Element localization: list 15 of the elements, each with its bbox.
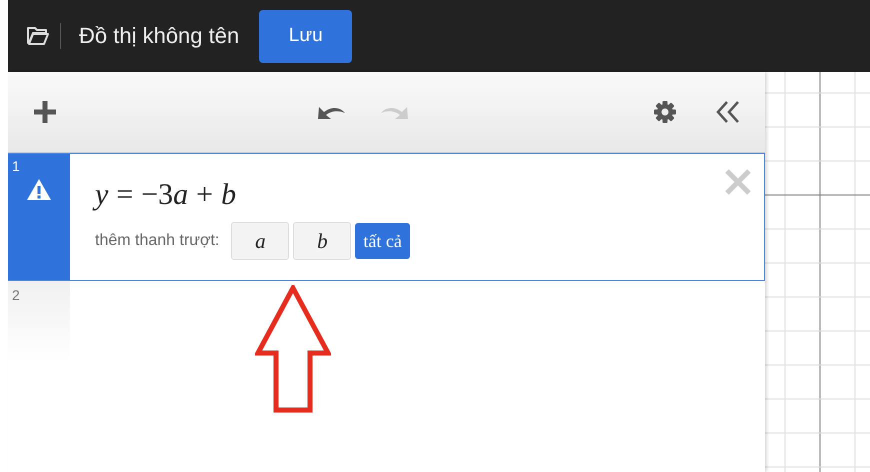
line-number: 1 bbox=[12, 158, 20, 174]
line-number: 2 bbox=[12, 287, 20, 303]
slider-button[interactable]: a bbox=[231, 222, 290, 260]
save-button[interactable]: Lưu bbox=[259, 10, 352, 62]
graph-title[interactable]: Đồ thị không tên bbox=[79, 23, 240, 49]
expression-gutter[interactable]: 2 bbox=[8, 281, 70, 361]
warning-icon[interactable] bbox=[26, 178, 52, 201]
expression-input[interactable]: y = −3a + b bbox=[95, 178, 236, 212]
slider-button[interactable]: b bbox=[293, 222, 352, 260]
add-all-button[interactable]: tất cả bbox=[355, 223, 410, 259]
expression-gutter[interactable]: 1 bbox=[8, 154, 70, 280]
add-icon[interactable] bbox=[32, 99, 58, 125]
slider-label: thêm thanh trượt: bbox=[95, 232, 220, 250]
folder-icon[interactable] bbox=[26, 26, 50, 46]
collapse-icon[interactable] bbox=[715, 100, 741, 124]
